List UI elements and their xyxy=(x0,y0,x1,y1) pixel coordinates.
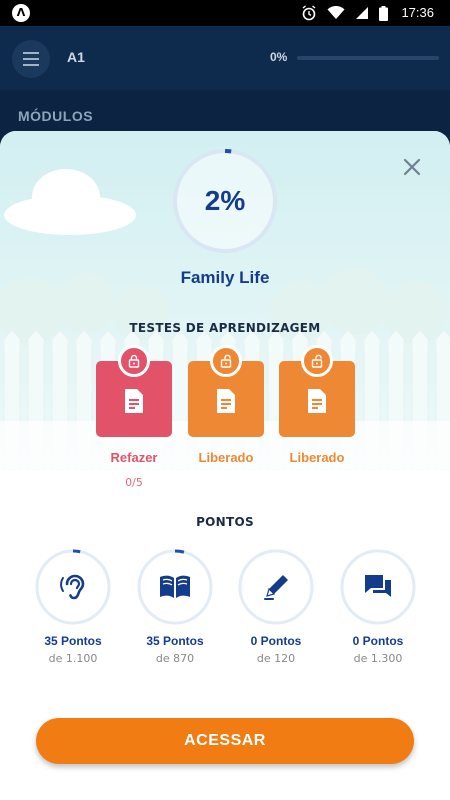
skill-points-4: 0 Pontos xyxy=(352,634,404,648)
skill-points-2: 35 Pontos xyxy=(146,634,204,648)
book-icon xyxy=(160,575,190,598)
skill-max-3: de 120 xyxy=(256,652,296,665)
skill-points-3: 0 Pontos xyxy=(250,634,302,648)
status-bar: Λ 17:36 xyxy=(0,0,450,26)
skill-points-1: 35 Pontos xyxy=(44,634,102,648)
battery-icon xyxy=(379,5,388,21)
unlock-icon xyxy=(210,345,242,377)
test-card-1[interactable] xyxy=(96,345,172,437)
test-label-3: Liberado xyxy=(289,450,345,465)
skill-reading[interactable] xyxy=(137,549,213,625)
lock-icon xyxy=(118,345,150,377)
unlock-icon xyxy=(301,345,333,377)
app-notification-icon: Λ xyxy=(12,4,30,22)
signal-icon xyxy=(356,7,368,19)
module-title: Family Life xyxy=(180,268,270,287)
module-progress-percent: 2% xyxy=(204,185,246,216)
clock: 17:36 xyxy=(401,5,434,20)
pencil-icon xyxy=(264,575,288,600)
module-progress-ring: 2% xyxy=(172,148,278,254)
alarm-icon xyxy=(302,5,316,21)
level-progress-bar xyxy=(297,56,439,60)
document-icon xyxy=(125,389,143,413)
tests-title: TESTES DE APRENDIZAGEM xyxy=(129,321,321,335)
test-card-2[interactable] xyxy=(188,345,264,437)
test-card-3[interactable] xyxy=(279,345,355,437)
skill-speaking[interactable] xyxy=(340,549,416,625)
skill-max-4: de 1.300 xyxy=(353,652,403,665)
chat-icon xyxy=(365,575,391,597)
access-button[interactable]: ACESSAR xyxy=(36,718,414,764)
document-icon xyxy=(308,389,326,413)
points-title: PONTOS xyxy=(196,515,254,529)
skill-max-1: de 1.100 xyxy=(48,652,98,665)
level-progress-label: 0% xyxy=(270,50,288,64)
skill-max-2: de 870 xyxy=(155,652,195,665)
module-sheet: 2% Family Life TESTES DE APRENDIZAGEM Re… xyxy=(0,131,450,800)
level-label: A1 xyxy=(67,49,85,65)
skill-listening[interactable] xyxy=(35,549,111,625)
skill-writing[interactable] xyxy=(238,549,314,625)
section-title: MÓDULOS xyxy=(18,108,94,124)
menu-button[interactable] xyxy=(12,40,50,78)
app-bar: A1 0% xyxy=(0,26,450,90)
test-progress-1: 0/5 xyxy=(125,476,143,489)
close-icon[interactable] xyxy=(400,155,424,179)
ear-icon xyxy=(60,574,85,600)
wifi-icon xyxy=(327,6,345,19)
document-icon xyxy=(217,389,235,413)
